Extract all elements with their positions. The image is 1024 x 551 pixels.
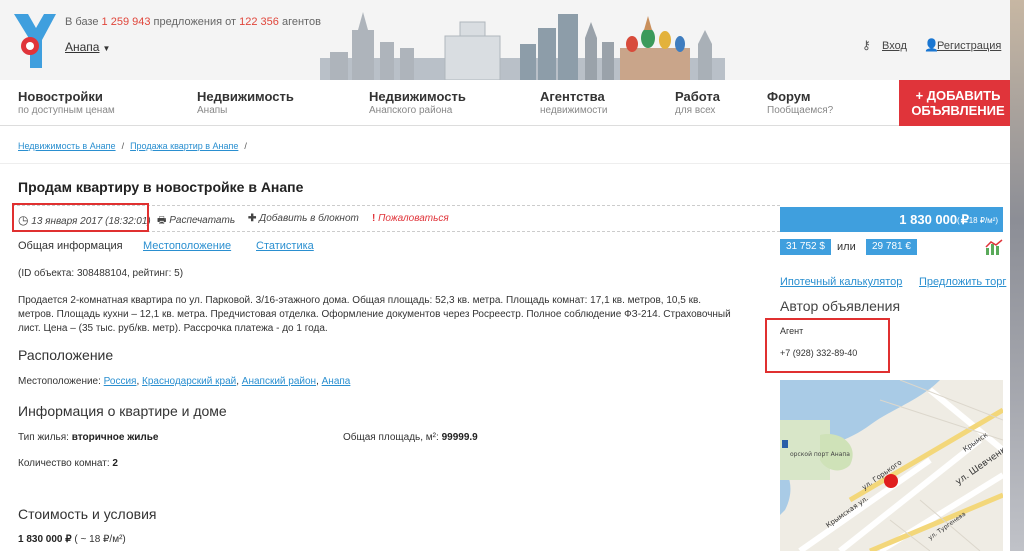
site-header: В базе 1 259 943 предложения от 122 356 … (0, 0, 1024, 80)
nav-item-real-estate-city[interactable]: Недвижимость Анапы (197, 89, 294, 116)
key-icon: ⚷ (862, 38, 871, 52)
nav-item-forum[interactable]: Форум Пообщаемся? (767, 89, 833, 116)
map-marker[interactable] (884, 474, 898, 488)
cost-heading: Стоимость и условия (18, 506, 157, 522)
add-listing-button[interactable]: + ДОБАВИТЬ ОБЪЯВЛЕНИЕ (899, 80, 1017, 126)
location-link-district[interactable]: Анапский район (242, 376, 316, 387)
object-id-line: (ID объекта: 308488104, рейтинг: 5) (18, 268, 184, 279)
listing-description: Продается 2-комнатная квартира по ул. Па… (18, 295, 731, 334)
location-link-country[interactable]: Россия (104, 376, 137, 387)
background-strip (1010, 0, 1024, 551)
complain-button[interactable]: ! Пожаловаться (372, 213, 449, 224)
total-area-field: Общая площадь, м²: 99999.9 (343, 432, 478, 443)
info-heading: Информация о квартире и доме (18, 403, 227, 419)
add-to-notebook-button[interactable]: ✚ Добавить в блокнот (248, 213, 359, 224)
exclamation-icon: ! (372, 213, 376, 224)
city-skyline-illustration (320, 12, 725, 80)
tab-statistics[interactable]: Статистика (256, 240, 314, 252)
price-eur-badge: 29 781 € (866, 239, 917, 255)
housing-type-field: Тип жилья: вторичное жилье (18, 432, 159, 443)
price-per-meter: ( ~ 18 ₽/м²) (956, 216, 998, 225)
location-line: Местоположение: Россия, Краснодарский кр… (18, 376, 351, 387)
print-button[interactable]: 🖶 Распечатать (157, 213, 235, 230)
author-title: Автор объявления (780, 298, 901, 314)
page-title: Продам квартиру в новостройке в Анапе (18, 179, 304, 195)
price-bar: 1 830 000 ₽ ( ~ 18 ₽/м²) (780, 207, 1003, 232)
offer-bargain-link[interactable]: Предложить торг (919, 276, 1006, 288)
site-logo[interactable] (14, 14, 56, 68)
date-highlight-box (12, 203, 149, 232)
agent-label: Агент (780, 326, 804, 336)
agent-phone[interactable]: +7 (928) 332-89-40 (780, 348, 857, 358)
map-canvas: орской порт Анапа ул. Горького Крымская … (780, 380, 1003, 551)
location-map[interactable]: орской порт Анапа ул. Горького Крымская … (780, 380, 1003, 551)
divider (0, 163, 1010, 164)
mortgage-calculator-link[interactable]: Ипотечный калькулятор (780, 276, 902, 288)
city-selector[interactable]: Анапа ▼ (65, 40, 110, 54)
cost-line: 1 830 000 ₽ ( ~ 18 ₽/м²) (18, 534, 126, 545)
offers-count: 1 259 943 (101, 16, 151, 28)
nav-item-new-buildings[interactable]: Новостройки по доступным ценам (18, 89, 115, 116)
currency-or-label: или (837, 241, 856, 253)
price-chart-icon[interactable] (985, 239, 1003, 255)
agents-count: 122 356 (239, 16, 279, 28)
login-link[interactable]: Вход (882, 40, 907, 52)
nav-item-agencies[interactable]: Агентства недвижимости (540, 89, 607, 116)
site-stats: В базе 1 259 943 предложения от 122 356 … (65, 16, 321, 28)
price-usd-badge: 31 752 $ (780, 239, 831, 255)
chevron-down-icon: ▼ (102, 44, 111, 53)
tab-general-info[interactable]: Общая информация (18, 240, 123, 252)
breadcrumb: Недвижимость в Анапе / Продажа квартир в А… (18, 141, 247, 151)
nav-item-real-estate-district[interactable]: Недвижимость Анапского района (369, 89, 466, 116)
location-heading: Расположение (18, 347, 114, 363)
printer-icon: 🖶 (157, 215, 167, 226)
plus-icon: ✚ (248, 213, 257, 224)
nav-item-jobs[interactable]: Работа для всех (675, 89, 720, 116)
breadcrumb-item-apartments[interactable]: Продажа квартир в Анапе (130, 141, 238, 151)
main-nav: Новостройки по доступным ценам Недвижимо… (0, 80, 1024, 126)
tab-location[interactable]: Местоположение (143, 240, 231, 252)
location-link-region[interactable]: Краснодарский край (142, 376, 236, 387)
register-link[interactable]: Регистрация (937, 40, 1001, 52)
svg-text:орской порт Анапа: орской порт Анапа (790, 451, 850, 458)
breadcrumb-item-real-estate[interactable]: Недвижимость в Анапе (18, 141, 116, 151)
location-link-city[interactable]: Анапа (322, 376, 351, 387)
rooms-field: Количество комнат: 2 (18, 458, 118, 469)
